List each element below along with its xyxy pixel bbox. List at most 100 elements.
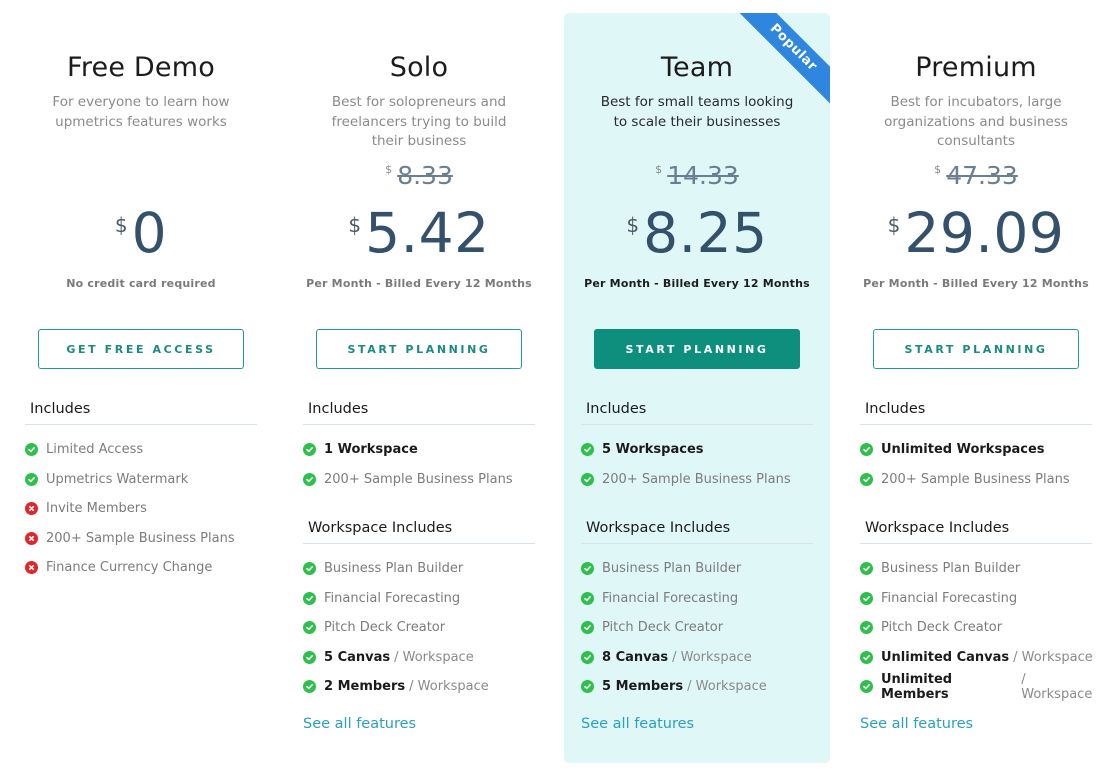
feature-text: Invite Members	[46, 501, 147, 517]
feature-highlight: 5 Members	[602, 679, 684, 695]
old-price-amount: 8.33	[397, 161, 453, 190]
price-amount: 8.25	[643, 201, 768, 265]
price: $5.42	[298, 199, 540, 267]
price: $29.09	[855, 199, 1097, 267]
check-icon	[303, 472, 316, 486]
plan-description: Best for incubators, large organizations…	[884, 94, 1068, 149]
feature-text: Business Plan Builder	[602, 561, 742, 577]
feature-item: 200+ Sample Business Plans	[581, 465, 818, 495]
feature-text: 200+ Sample Business Plans	[602, 471, 791, 487]
feature-item: Limited Access	[25, 435, 262, 465]
includes-heading: Includes	[581, 399, 813, 425]
check-icon	[860, 591, 873, 605]
workspace-includes-list: Business Plan Builder Financial Forecasti…	[303, 554, 540, 702]
see-all-features-link[interactable]: See all features	[303, 716, 416, 732]
feature-highlight: 5 Workspaces	[602, 442, 704, 458]
feature-item: Unlimited Members / Workspace	[860, 672, 1097, 702]
feature-text: Business Plan Builder	[881, 561, 1021, 577]
check-icon	[860, 680, 873, 694]
currency-symbol: $	[348, 213, 362, 237]
feature-item: 5 Workspaces	[581, 435, 818, 465]
billing-note: No credit card required	[66, 277, 216, 290]
feature-text: / Workspace	[394, 649, 474, 665]
get-free-access-button[interactable]: GET FREE ACCESS	[38, 329, 244, 369]
old-currency-symbol: $	[655, 163, 663, 176]
old-price: $ 14.33	[576, 161, 818, 195]
check-icon	[581, 472, 594, 486]
feature-item: 200+ Sample Business Plans	[303, 465, 540, 495]
check-icon	[25, 472, 38, 486]
feature-text: Financial Forecasting	[602, 590, 739, 606]
workspace-includes-heading: Workspace Includes	[860, 518, 1092, 544]
check-icon	[581, 650, 594, 664]
feature-highlight: 1 Workspace	[324, 442, 418, 458]
feature-item: Pitch Deck Creator	[581, 613, 818, 643]
check-icon	[303, 562, 316, 576]
feature-highlight: Unlimited Members	[881, 671, 953, 702]
feature-text: Pitch Deck Creator	[602, 620, 724, 636]
check-icon	[303, 591, 316, 605]
check-icon	[303, 650, 316, 664]
check-icon	[303, 621, 316, 635]
price-amount: 29.09	[904, 201, 1065, 265]
feature-item: Business Plan Builder	[581, 554, 818, 584]
feature-text: Finance Currency Change	[46, 560, 213, 576]
old-price: $ 8.33	[298, 161, 540, 195]
old-currency-symbol: $	[385, 163, 393, 176]
includes-list: 5 Workspaces 200+ Sample Business Plans	[581, 435, 818, 494]
plan-name: Team	[660, 52, 734, 83]
feature-item: 8 Canvas / Workspace	[581, 643, 818, 673]
feature-item: Pitch Deck Creator	[303, 613, 540, 643]
plan-card-solo: Solo Best for solopreneurs and freelance…	[286, 13, 552, 763]
feature-text: Pitch Deck Creator	[324, 620, 446, 636]
feature-item: 5 Canvas / Workspace	[303, 643, 540, 673]
feature-text: 200+ Sample Business Plans	[881, 471, 1070, 487]
feature-item: Pitch Deck Creator	[860, 613, 1097, 643]
check-icon	[581, 562, 594, 576]
cross-icon	[25, 502, 38, 516]
old-price: $ 47.33	[855, 161, 1097, 195]
feature-text: Upmetrics Watermark	[46, 471, 189, 487]
feature-item: Business Plan Builder	[860, 554, 1097, 584]
workspace-includes-heading: Workspace Includes	[581, 518, 813, 544]
feature-text: Pitch Deck Creator	[881, 620, 1003, 636]
feature-item: Financial Forecasting	[581, 584, 818, 614]
price-amount: 0	[131, 201, 168, 265]
plan-name: Solo	[389, 52, 449, 83]
includes-heading: Includes	[25, 399, 257, 425]
feature-item: Invite Members	[25, 494, 262, 524]
feature-text: Financial Forecasting	[881, 590, 1018, 606]
check-icon	[581, 443, 594, 457]
check-icon	[581, 680, 594, 694]
old-price	[20, 161, 262, 195]
plan-name: Premium	[915, 52, 1037, 83]
see-all-features-link[interactable]: See all features	[581, 716, 694, 732]
includes-heading: Includes	[860, 399, 1092, 425]
plan-card-premium: Premium Best for incubators, large organ…	[843, 13, 1108, 763]
check-icon	[303, 443, 316, 457]
start-planning-button[interactable]: START PLANNING	[873, 329, 1079, 369]
feature-text: Financial Forecasting	[324, 590, 461, 606]
feature-highlight: 5 Canvas	[324, 649, 391, 665]
check-icon	[860, 443, 873, 457]
feature-text: / Workspace	[672, 649, 752, 665]
start-planning-button[interactable]: START PLANNING	[316, 329, 522, 369]
feature-item: 5 Members / Workspace	[581, 672, 818, 702]
price-amount: 5.42	[365, 201, 490, 265]
includes-heading: Includes	[303, 399, 535, 425]
feature-text: / Workspace	[687, 679, 767, 695]
feature-item: Unlimited Canvas / Workspace	[860, 643, 1097, 673]
feature-item: 200+ Sample Business Plans	[25, 524, 262, 554]
start-planning-button[interactable]: START PLANNING	[594, 329, 800, 369]
check-icon	[581, 621, 594, 635]
billing-note: Per Month - Billed Every 12 Months	[584, 277, 810, 290]
feature-item: 1 Workspace	[303, 435, 540, 465]
check-icon	[860, 650, 873, 664]
feature-item: 200+ Sample Business Plans	[860, 465, 1097, 495]
billing-note: Per Month - Billed Every 12 Months	[863, 277, 1089, 290]
feature-text: 200+ Sample Business Plans	[324, 471, 513, 487]
old-price-amount: 14.33	[667, 161, 739, 190]
see-all-features-link[interactable]: See all features	[860, 716, 973, 732]
feature-item: Finance Currency Change	[25, 553, 262, 583]
plan-card-team: Popular Team Best for small teams lookin…	[564, 13, 830, 763]
